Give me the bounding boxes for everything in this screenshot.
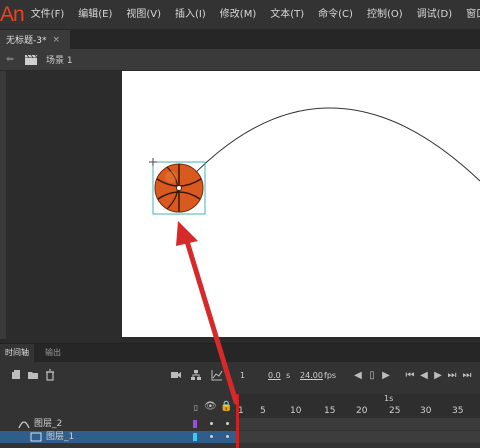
annotation-arrow	[176, 221, 239, 405]
